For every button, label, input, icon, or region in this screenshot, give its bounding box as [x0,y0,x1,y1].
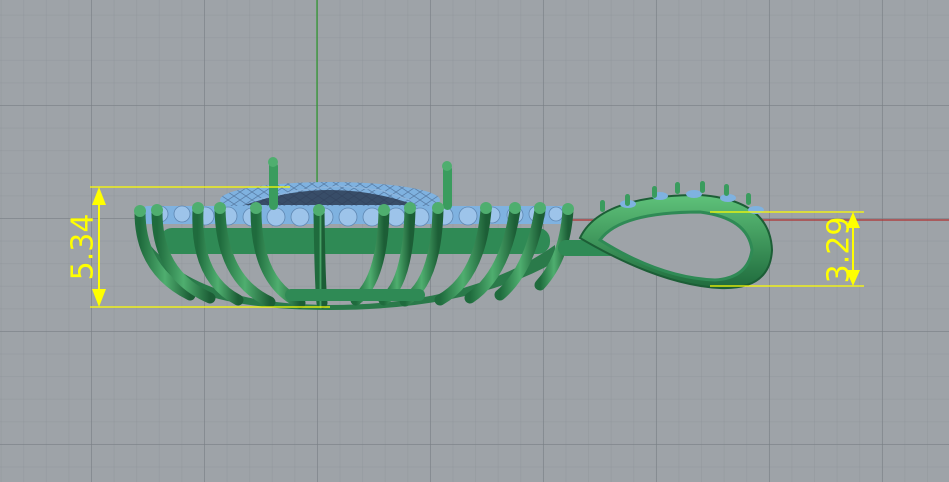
dimension-right-label: 3.29 [822,217,857,284]
stone-band[interactable] [140,205,570,227]
dimension-left-label: 5.34 [66,214,101,281]
cage-bottom-bar [285,289,425,301]
bail-loop[interactable] [578,181,774,290]
rhino-viewport[interactable]: 5.34 3.29 [0,0,949,482]
scene-canvas[interactable]: 5.34 3.29 [0,0,949,482]
